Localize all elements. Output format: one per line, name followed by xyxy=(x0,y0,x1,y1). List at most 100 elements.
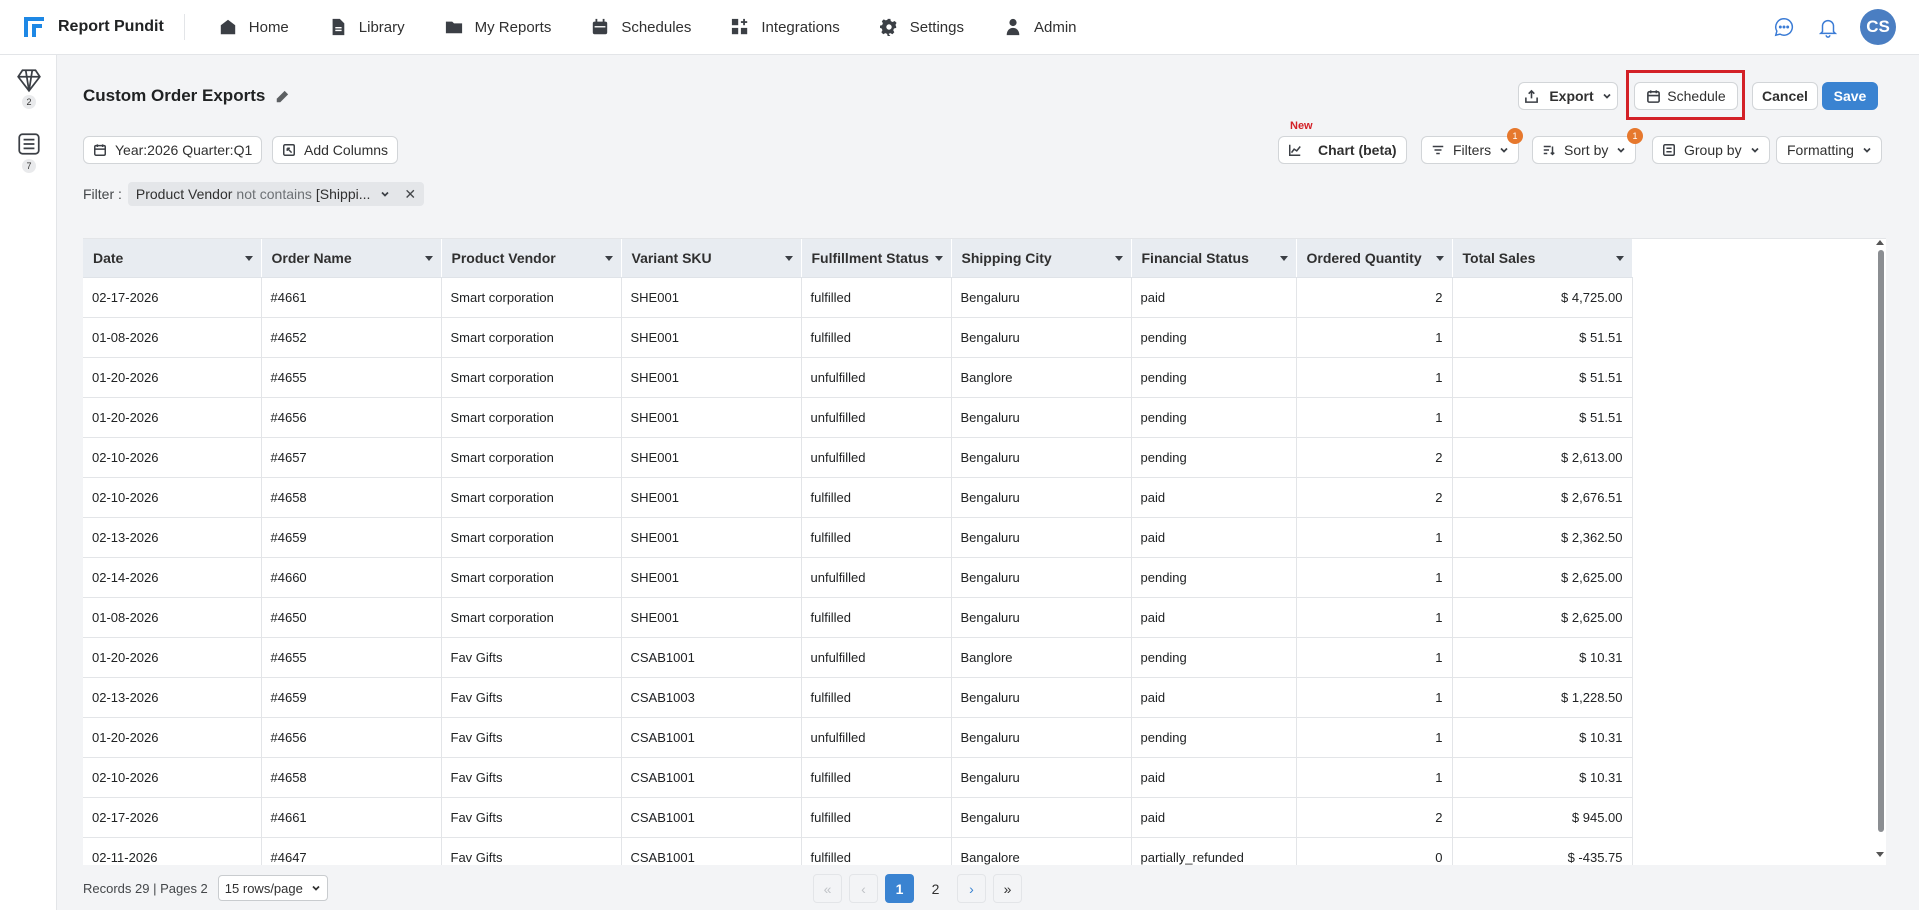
page-2-button[interactable]: 2 xyxy=(921,874,950,903)
save-button[interactable]: Save xyxy=(1822,82,1878,110)
home-icon xyxy=(220,19,235,35)
column-header[interactable]: Fulfillment Status xyxy=(801,239,952,278)
table-cell: SHE001 xyxy=(621,357,802,398)
nav-settings[interactable]: Settings xyxy=(860,7,984,47)
nav-settings-label: Settings xyxy=(909,18,964,36)
table-cell: $ 1,228.50 xyxy=(1452,677,1633,718)
bell-icon[interactable] xyxy=(1816,15,1840,39)
table-cell: 02-10-2026 xyxy=(83,437,262,478)
rows-per-page-value: 15 rows/page xyxy=(224,880,303,896)
edit-icon[interactable] xyxy=(275,89,289,103)
table-scrollbar[interactable] xyxy=(1876,240,1885,857)
table-cell: 01-08-2026 xyxy=(83,317,262,358)
page-1-button[interactable]: 1 xyxy=(885,874,914,903)
sort-caret-icon[interactable] xyxy=(1615,256,1624,261)
first-page-button[interactable]: « xyxy=(813,874,842,903)
table-row[interactable]: 01-08-2026 #4652 Smart corporation SHE001 fu… xyxy=(83,317,1633,358)
rail-item-list[interactable]: 7 xyxy=(14,131,44,173)
sort-caret-icon[interactable] xyxy=(424,256,433,261)
table-row[interactable]: 02-10-2026 #4658 Smart corporation SHE001 fu… xyxy=(83,477,1633,518)
export-icon xyxy=(1525,89,1539,103)
table-row[interactable]: 02-10-2026 #4657 Smart corporation SHE001 un… xyxy=(83,437,1633,478)
table-row[interactable]: 02-17-2026 #4661 Smart corporation SHE001 fu… xyxy=(83,277,1633,318)
report-table-container[interactable]: Date Order Name Product Vendor Variant SKU F… xyxy=(83,238,1886,865)
table-footer: Records 29 | Pages 2 15 rows/page « ‹ 1 … xyxy=(83,866,1886,910)
filter-field: Product Vendor xyxy=(135,186,233,202)
table-cell: Fav Gifts xyxy=(441,717,622,758)
table-row[interactable]: 01-20-2026 #4656 Smart corporation SHE001 un… xyxy=(83,397,1633,438)
cancel-button[interactable]: Cancel xyxy=(1752,82,1818,110)
prev-page-button[interactable]: ‹ xyxy=(849,874,878,903)
filters-button[interactable]: Filters 1 xyxy=(1421,128,1523,164)
sort-caret-icon[interactable] xyxy=(1279,256,1288,261)
sort-caret-icon[interactable] xyxy=(244,256,253,261)
scroll-up-icon[interactable] xyxy=(1876,240,1884,245)
table-cell: 01-08-2026 xyxy=(83,597,262,638)
column-header[interactable]: Date xyxy=(83,239,262,278)
rail-item-diamond[interactable]: 2 xyxy=(14,67,44,109)
column-header[interactable]: Variant SKU xyxy=(621,239,802,278)
nav-schedules[interactable]: Schedules xyxy=(571,7,711,47)
column-header[interactable]: Financial Status xyxy=(1131,239,1297,278)
chat-icon[interactable] xyxy=(1772,15,1796,39)
remove-filter-icon[interactable]: ✕ xyxy=(404,186,416,203)
sort-caret-icon[interactable] xyxy=(1114,256,1123,261)
nav-home[interactable]: Home xyxy=(199,7,309,47)
table-row[interactable]: 02-10-2026 #4658 Fav Gifts CSAB1001 fulfille… xyxy=(83,757,1633,798)
rows-per-page-select[interactable]: 15 rows/page xyxy=(217,875,328,901)
nav-library[interactable]: Library xyxy=(309,7,425,47)
table-cell: fulfilled xyxy=(801,317,952,358)
folder-icon xyxy=(445,21,462,34)
table-row[interactable]: 02-11-2026 #4647 Fav Gifts CSAB1001 fulfille… xyxy=(83,837,1633,865)
new-badge: New xyxy=(1290,120,1313,132)
chart-beta-button[interactable]: Chart (beta) xyxy=(1278,136,1407,164)
last-page-button[interactable]: » xyxy=(993,874,1022,903)
table-row[interactable]: 01-20-2026 #4656 Fav Gifts CSAB1001 unfulfil… xyxy=(83,717,1633,758)
table-row[interactable]: 01-20-2026 #4655 Smart corporation SHE001 un… xyxy=(83,357,1633,398)
table-row[interactable]: 01-08-2026 #4650 Smart corporation SHE001 fu… xyxy=(83,597,1633,638)
sort-caret-icon[interactable] xyxy=(784,256,793,261)
table-cell: fulfilled xyxy=(801,477,952,518)
column-header[interactable]: Total Sales xyxy=(1452,239,1633,278)
nav-admin[interactable]: Admin xyxy=(984,7,1097,47)
sort-caret-icon[interactable] xyxy=(934,256,943,261)
table-cell: $ 10.31 xyxy=(1452,637,1633,678)
scroll-down-icon[interactable] xyxy=(1876,852,1884,857)
formatting-button[interactable]: Formatting xyxy=(1776,136,1882,164)
nav-integrations[interactable]: Integrations xyxy=(711,7,859,47)
sort-caret-icon[interactable] xyxy=(604,256,613,261)
sort-by-button[interactable]: Sort by 1 xyxy=(1532,128,1643,164)
brand[interactable]: Report Pundit xyxy=(24,17,164,37)
filter-chip[interactable]: Product Vendor not contains [Shippi... ✕ xyxy=(127,182,425,206)
table-cell: fulfilled xyxy=(801,797,952,838)
table-cell: Banglore xyxy=(951,357,1132,398)
table-cell: 1 xyxy=(1296,677,1453,718)
active-filters: Filter : Product Vendor not contains [Sh… xyxy=(83,182,425,206)
chevron-down-icon xyxy=(1617,147,1625,153)
scroll-thumb[interactable] xyxy=(1878,250,1884,832)
table-cell: #4661 xyxy=(261,277,442,318)
table-cell: Fav Gifts xyxy=(441,677,622,718)
nav-my-reports-label: My Reports xyxy=(474,18,552,36)
main-content: Custom Order Exports Export Schedule Can… xyxy=(58,56,1919,910)
export-button[interactable]: Export xyxy=(1518,82,1618,110)
table-row[interactable]: 02-14-2026 #4660 Smart corporation SHE001 un… xyxy=(83,557,1633,598)
column-header[interactable]: Shipping City xyxy=(951,239,1132,278)
period-button[interactable]: Year:2026 Quarter:Q1 xyxy=(83,136,263,164)
avatar[interactable]: CS xyxy=(1860,9,1896,45)
column-header-label: Variant SKU xyxy=(631,249,712,266)
table-row[interactable]: 02-13-2026 #4659 Fav Gifts CSAB1003 fulfille… xyxy=(83,677,1633,718)
nav-my-reports[interactable]: My Reports xyxy=(425,7,572,47)
column-header[interactable]: Order Name xyxy=(261,239,442,278)
table-row[interactable]: 01-20-2026 #4655 Fav Gifts CSAB1001 unfulfil… xyxy=(83,637,1633,678)
table-cell: Smart corporation xyxy=(441,277,622,318)
column-header[interactable]: Product Vendor xyxy=(441,239,622,278)
next-page-button[interactable]: › xyxy=(957,874,986,903)
table-row[interactable]: 02-13-2026 #4659 Smart corporation SHE001 fu… xyxy=(83,517,1633,558)
add-columns-button[interactable]: Add Columns xyxy=(272,136,399,164)
table-row[interactable]: 02-17-2026 #4661 Fav Gifts CSAB1001 fulfille… xyxy=(83,797,1633,838)
group-by-button[interactable]: Group by xyxy=(1652,136,1770,164)
sort-caret-icon[interactable] xyxy=(1435,256,1444,261)
records-summary: Records 29 | Pages 2 xyxy=(83,880,208,896)
column-header[interactable]: Ordered Quantity xyxy=(1296,239,1453,278)
